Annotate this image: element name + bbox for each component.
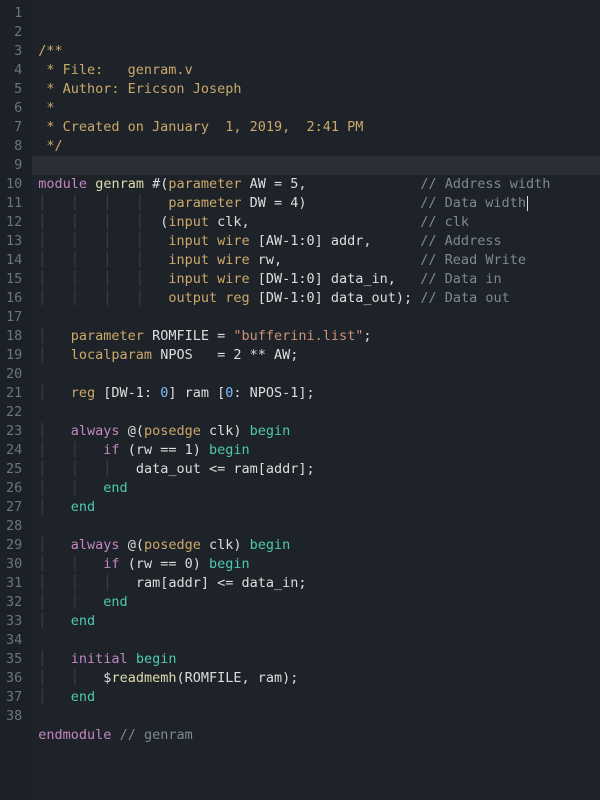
line-number: 16 <box>6 289 22 308</box>
line-number: 7 <box>6 118 22 137</box>
line-number: 5 <box>6 80 22 99</box>
code-editor: 1 2 3 4 5 6 7 8 9 10 11 12 13 14 15 16 1… <box>0 0 600 800</box>
line-number: 21 <box>6 384 22 403</box>
line-number: 10 <box>6 175 22 194</box>
line-number: 14 <box>6 251 22 270</box>
line-number: 6 <box>6 99 22 118</box>
line-number: 20 <box>6 365 22 384</box>
line-number: 36 <box>6 669 22 688</box>
text-cursor <box>527 196 528 211</box>
line-number: 18 <box>6 327 22 346</box>
line-number: 23 <box>6 422 22 441</box>
line-number: 37 <box>6 688 22 707</box>
line-number: 31 <box>6 574 22 593</box>
line-number: 2 <box>6 23 22 42</box>
line-number: 35 <box>6 650 22 669</box>
line-number: 8 <box>6 137 22 156</box>
line-number: 19 <box>6 346 22 365</box>
line-number: 25 <box>6 460 22 479</box>
line-number: 22 <box>6 403 22 422</box>
code-content[interactable]: /** * File: genram.v * Author: Ericson J… <box>38 42 600 745</box>
line-number: 28 <box>6 517 22 536</box>
line-number: 12 <box>6 213 22 232</box>
line-number: 26 <box>6 479 22 498</box>
line-number: 27 <box>6 498 22 517</box>
line-number: 24 <box>6 441 22 460</box>
line-number: 11 <box>6 194 22 213</box>
line-number: 32 <box>6 593 22 612</box>
line-number: 17 <box>6 308 22 327</box>
line-number: 13 <box>6 232 22 251</box>
line-number: 4 <box>6 61 22 80</box>
code-area[interactable]: /** * File: genram.v * Author: Ericson J… <box>32 0 600 800</box>
line-number: 38 <box>6 707 22 726</box>
line-number: 1 <box>6 4 22 23</box>
line-number: 30 <box>6 555 22 574</box>
line-number: 9 <box>6 156 22 175</box>
line-number: 15 <box>6 270 22 289</box>
line-number-gutter: 1 2 3 4 5 6 7 8 9 10 11 12 13 14 15 16 1… <box>0 0 32 800</box>
line-number: 33 <box>6 612 22 631</box>
current-line-highlight <box>32 156 600 175</box>
line-number: 34 <box>6 631 22 650</box>
line-number: 29 <box>6 536 22 555</box>
line-number: 3 <box>6 42 22 61</box>
